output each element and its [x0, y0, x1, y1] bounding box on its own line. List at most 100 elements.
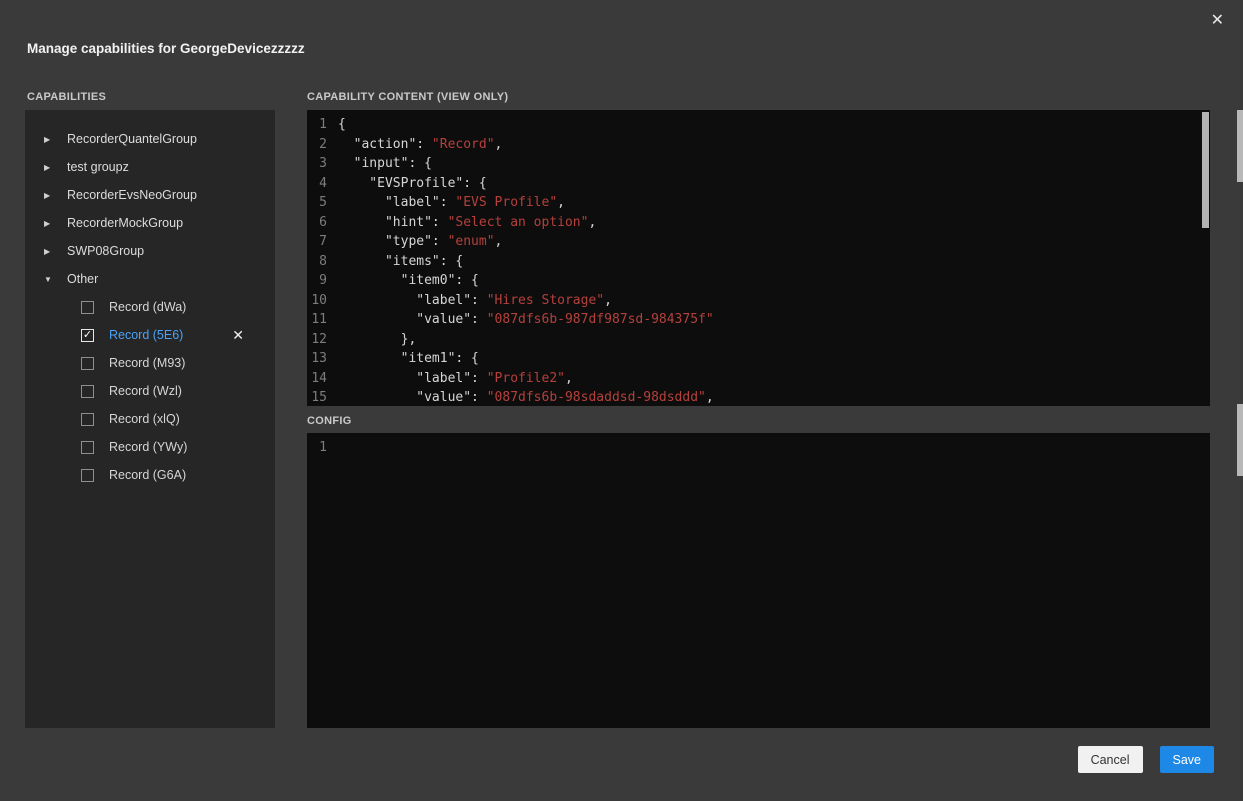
footer-actions: Cancel Save: [1078, 746, 1214, 773]
code-text: "value": "087dfs6b-987df987sd-984375f": [338, 310, 714, 330]
line-number: 7: [307, 232, 338, 252]
item-checkbox[interactable]: ✓: [81, 301, 94, 314]
tree-group-recorderevsneogroup[interactable]: ▶ RecorderEvsNeoGroup: [25, 181, 275, 209]
editor-scrollbar-thumb[interactable]: [1202, 112, 1209, 228]
tree-group-label: RecorderMockGroup: [67, 216, 183, 230]
chevron-down-icon[interactable]: ▼: [44, 275, 55, 284]
code-text: "type": "enum",: [338, 232, 502, 252]
tree-group-label: test groupz: [67, 160, 129, 174]
tree-item-label: Record (5E6): [109, 328, 183, 342]
line-number: 13: [307, 349, 338, 369]
capabilities-section-label: CAPABILITIES: [27, 91, 106, 103]
code-line: 5 "label": "EVS Profile",: [307, 193, 1210, 213]
save-button[interactable]: Save: [1160, 746, 1215, 773]
item-checkbox[interactable]: ✓: [81, 441, 94, 454]
tree-item-record-m93[interactable]: ✓ Record (M93): [25, 349, 275, 377]
code-line: 1: [307, 438, 1210, 458]
tree-item-record-g6a[interactable]: ✓ Record (G6A): [25, 461, 275, 489]
remove-icon[interactable]: ✕: [232, 328, 244, 342]
tree-group-recordermockgroup[interactable]: ▶ RecorderMockGroup: [25, 209, 275, 237]
code-line: 6 "hint": "Select an option",: [307, 213, 1210, 233]
code-line: 11 "value": "087dfs6b-987df987sd-984375f…: [307, 310, 1210, 330]
item-checkbox[interactable]: ✓: [81, 385, 94, 398]
line-number: 14: [307, 369, 338, 389]
tree-group-test-groupz[interactable]: ▶ test groupz: [25, 153, 275, 181]
tree-group-swp08group[interactable]: ▶ SWP08Group: [25, 237, 275, 265]
code-line: 15 "value": "087dfs6b-98sdaddsd-98dsddd"…: [307, 388, 1210, 406]
page-scrollbar-thumb-middle[interactable]: [1237, 404, 1243, 476]
code-line: 13 "item1": {: [307, 349, 1210, 369]
tree-item-label: Record (YWy): [109, 440, 187, 454]
cancel-button[interactable]: Cancel: [1078, 746, 1143, 773]
page-scrollbar-thumb-top[interactable]: [1237, 110, 1243, 182]
code-line: 7 "type": "enum",: [307, 232, 1210, 252]
config-section-label: CONFIG: [307, 415, 352, 427]
tree-item-record-5e6[interactable]: ✓ Record (5E6) ✕: [25, 321, 275, 349]
line-number: 6: [307, 213, 338, 233]
tree-item-label: Record (dWa): [109, 300, 186, 314]
chevron-right-icon[interactable]: ▶: [44, 163, 55, 172]
line-number: 15: [307, 388, 338, 406]
code-text: "input": {: [338, 154, 432, 174]
tree-item-record-ywy[interactable]: ✓ Record (YWy): [25, 433, 275, 461]
tree-item-label: Record (M93): [109, 356, 185, 370]
code-text: "item0": {: [338, 271, 479, 291]
code-text: "items": {: [338, 252, 463, 272]
tree-group-label: RecorderEvsNeoGroup: [67, 188, 197, 202]
tree-item-label: Record (Wzl): [109, 384, 182, 398]
item-checkbox[interactable]: ✓: [81, 413, 94, 426]
chevron-right-icon[interactable]: ▶: [44, 135, 55, 144]
capabilities-tree: ▶ RecorderQuantelGroup ▶ test groupz ▶ Record…: [25, 110, 275, 728]
tree-item-record-wzl[interactable]: ✓ Record (Wzl): [25, 377, 275, 405]
line-number: 12: [307, 330, 338, 350]
line-number: 4: [307, 174, 338, 194]
item-checkbox[interactable]: ✓: [81, 357, 94, 370]
code-line: 12 },: [307, 330, 1210, 350]
code-line: 14 "label": "Profile2",: [307, 369, 1210, 389]
chevron-right-icon[interactable]: ▶: [44, 191, 55, 200]
tree-group-recorderquantelgroup[interactable]: ▶ RecorderQuantelGroup: [25, 125, 275, 153]
tree-group-label: RecorderQuantelGroup: [67, 132, 197, 146]
modal-title: Manage capabilities for GeorgeDevicezzzz…: [27, 41, 305, 56]
line-number: 1: [307, 115, 338, 135]
code-line: 1{: [307, 115, 1210, 135]
code-line: 10 "label": "Hires Storage",: [307, 291, 1210, 311]
code-text: {: [338, 115, 346, 135]
code-text: "EVSProfile": {: [338, 174, 487, 194]
capability-content-editor[interactable]: 1{2 "action": "Record",3 "input": {4 "EV…: [307, 110, 1210, 406]
checkmark-icon: ✓: [83, 330, 92, 341]
capability-content-section-label: CAPABILITY CONTENT (VIEW ONLY): [307, 91, 508, 103]
line-number: 9: [307, 271, 338, 291]
tree-group-label: Other: [67, 272, 98, 286]
chevron-right-icon[interactable]: ▶: [44, 247, 55, 256]
code-line: 2 "action": "Record",: [307, 135, 1210, 155]
code-text: "hint": "Select an option",: [338, 213, 596, 233]
line-number: 5: [307, 193, 338, 213]
tree-item-record-dwa[interactable]: ✓ Record (dWa): [25, 293, 275, 321]
code-text: "action": "Record",: [338, 135, 502, 155]
code-text: "value": "087dfs6b-98sdaddsd-98dsddd",: [338, 388, 714, 406]
item-checkbox[interactable]: ✓: [81, 469, 94, 482]
tree-item-record-xlq[interactable]: ✓ Record (xlQ): [25, 405, 275, 433]
code-line: 3 "input": {: [307, 154, 1210, 174]
code-line: 8 "items": {: [307, 252, 1210, 272]
tree-group-other[interactable]: ▼ Other: [25, 265, 275, 293]
manage-capabilities-modal: ✕ Manage capabilities for GeorgeDevicezz…: [0, 0, 1243, 801]
chevron-right-icon[interactable]: ▶: [44, 219, 55, 228]
code-line: 4 "EVSProfile": {: [307, 174, 1210, 194]
item-checkbox[interactable]: ✓: [81, 329, 94, 342]
close-icon[interactable]: ✕: [1211, 13, 1224, 29]
code-text: "label": "Hires Storage",: [338, 291, 612, 311]
line-number: 2: [307, 135, 338, 155]
code-text: "label": "EVS Profile",: [338, 193, 565, 213]
config-editor[interactable]: 1: [307, 433, 1210, 728]
tree-item-label: Record (G6A): [109, 468, 186, 482]
tree-group-label: SWP08Group: [67, 244, 144, 258]
code-line: 9 "item0": {: [307, 271, 1210, 291]
tree-item-label: Record (xlQ): [109, 412, 180, 426]
line-number: 8: [307, 252, 338, 272]
code-text: "item1": {: [338, 349, 479, 369]
code-text: "label": "Profile2",: [338, 369, 573, 389]
code-text: },: [338, 330, 416, 350]
line-number: 10: [307, 291, 338, 311]
